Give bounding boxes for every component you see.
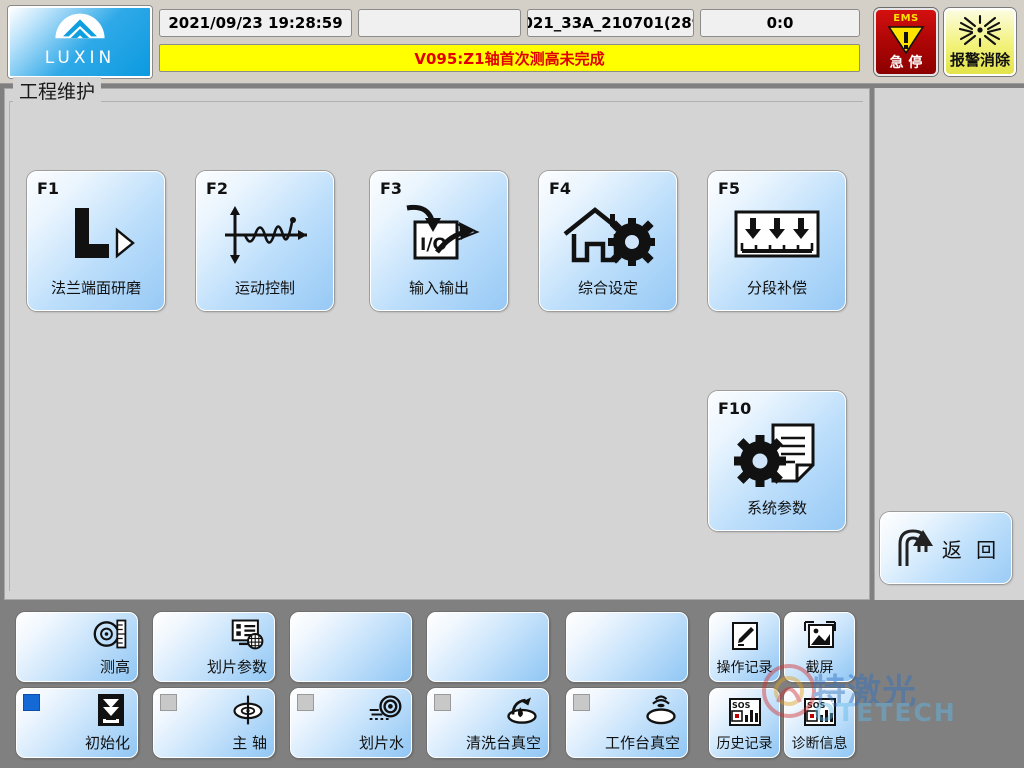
function-tile-f10[interactable]: F10 系统参数 [708, 391, 846, 531]
toolbar-button-height-gauge[interactable]: 测高 [16, 612, 138, 682]
logo-text: LUXIN [44, 48, 116, 68]
toolbar-label: 工作台真空 [604, 734, 680, 752]
screenshot-icon [785, 619, 854, 653]
toolbar-label: 诊断信息 [791, 736, 848, 752]
toolbar-button-operation-log[interactable]: 操作记录 [709, 612, 780, 682]
height-gauge-icon [93, 617, 129, 651]
tile-key-f3: F3 [380, 179, 403, 198]
toolbar-button-empty-2[interactable] [427, 612, 549, 682]
status-led [160, 694, 177, 711]
function-tile-f1[interactable]: F1 法兰端面研磨 [27, 171, 165, 311]
tile-label-f2: 运动控制 [234, 279, 295, 297]
warning-triangle-icon [887, 26, 925, 54]
motion-wave-icon [197, 198, 333, 272]
toolbar-label: 测高 [99, 658, 130, 676]
svg-text:SOS: SOS [807, 701, 826, 710]
alarm-burst-icon [958, 14, 1002, 48]
toolbar-button-clean-vacuum[interactable]: 清洗台真空 [427, 688, 549, 758]
tile-label-f10: 系统参数 [746, 499, 807, 517]
alarm-message-text: V095:Z1轴首次测高未完成 [414, 49, 605, 68]
toolbar-button-spindle[interactable]: 主 轴 [153, 688, 275, 758]
sos-history-icon: SOS [710, 695, 779, 729]
ems-label: EMS [893, 13, 919, 24]
tile-key-f2: F2 [206, 179, 229, 198]
main-content-panel: 工程维护 F1 法兰端面研磨 F2 运动控制 F3 I/O 输入输出 F4 综合… [4, 77, 870, 600]
function-tile-f2[interactable]: F2 运动控制 [196, 171, 334, 311]
tile-key-f5: F5 [718, 179, 741, 198]
bottom-toolbar: 测高 划片参数 操作记录 截屏 初始化 主 轴 划片水 清洗台真空 工作台真空 … [0, 602, 1024, 768]
toolbar-label: 清洗台真空 [465, 734, 541, 752]
toolbar-label: 主 轴 [232, 734, 267, 752]
toolbar-button-dicing-water[interactable]: 划片水 [290, 688, 412, 758]
toolbar-label: 初始化 [84, 734, 130, 752]
svg-text:SOS: SOS [732, 701, 751, 710]
segment-compensation-icon [709, 198, 845, 272]
sos-diagnostic-icon: SOS [785, 695, 854, 729]
toolbar-label: 划片参数 [206, 658, 267, 676]
clean-vacuum-icon [504, 693, 540, 727]
init-download-icon [93, 693, 129, 727]
tile-label-f4: 综合设定 [577, 279, 638, 297]
job-name-field: 2021_33A_210701(289) [527, 9, 694, 37]
blank-status-field [358, 9, 521, 37]
luxin-logo: LUXIN [8, 6, 152, 78]
alarm-clear-button[interactable]: 报警消除 [944, 8, 1016, 76]
tile-key-f10: F10 [718, 399, 752, 418]
alarm-message-banner: V095:Z1轴首次测高未完成 [159, 44, 860, 72]
toolbar-button-screenshot[interactable]: 截屏 [784, 612, 855, 682]
status-led [23, 694, 40, 711]
table-vacuum-icon [643, 693, 679, 727]
group-divider-vertical [9, 101, 10, 591]
io-arrows-icon: I/O [371, 198, 507, 272]
toolbar-button-empty-1[interactable] [290, 612, 412, 682]
function-tile-f5[interactable]: F5 分段补偿 [708, 171, 846, 311]
function-tile-f4[interactable]: F4 综合设定 [539, 171, 677, 311]
dicing-params-icon [230, 617, 266, 651]
toolbar-label: 划片水 [358, 734, 404, 752]
group-divider-horizontal [9, 101, 863, 102]
flange-grind-icon [28, 198, 164, 272]
status-led [434, 694, 451, 711]
dicing-water-icon [367, 693, 403, 727]
toolbar-button-table-vacuum[interactable]: 工作台真空 [566, 688, 688, 758]
page-title: 工程维护 [13, 77, 102, 104]
house-gear-icon [540, 198, 676, 272]
pencil-note-icon [710, 619, 779, 653]
toolbar-button-history[interactable]: SOS 历史记录 [709, 688, 780, 758]
tile-label-f3: 输入输出 [408, 279, 469, 297]
toolbar-label: 截屏 [805, 660, 834, 676]
toolbar-label: 操作记录 [716, 660, 773, 676]
back-button-label: 返 回 [941, 537, 1001, 562]
alarm-clear-label: 报警消除 [949, 51, 1010, 69]
spindle-icon [230, 693, 266, 727]
return-arrow-icon [898, 529, 933, 566]
toolbar-button-empty-3[interactable] [566, 612, 688, 682]
function-tile-f3[interactable]: F3 I/O 输入输出 [370, 171, 508, 311]
hmi-screen: LUXIN 2021/09/23 19:28:59 2021_33A_21070… [0, 0, 1024, 768]
tile-label-f1: 法兰端面研磨 [50, 279, 141, 297]
tile-label-f5: 分段补偿 [746, 279, 807, 297]
ems-chinese-label: 急 停 [889, 55, 923, 71]
toolbar-button-initialize[interactable]: 初始化 [16, 688, 138, 758]
emergency-stop-button[interactable]: EMS 急 停 [874, 8, 938, 76]
tile-key-f4: F4 [549, 179, 572, 198]
back-button[interactable]: 返 回 [880, 512, 1012, 584]
tile-key-f1: F1 [37, 179, 60, 198]
gear-document-icon [709, 418, 845, 492]
header-bar: LUXIN 2021/09/23 19:28:59 2021_33A_21070… [0, 0, 1024, 84]
toolbar-label: 历史记录 [716, 736, 773, 752]
toolbar-button-diagnostics[interactable]: SOS 诊断信息 [784, 688, 855, 758]
status-led [297, 694, 314, 711]
timer-field: 0:0 [700, 9, 860, 37]
status-led [573, 694, 590, 711]
toolbar-button-dicing-params[interactable]: 划片参数 [153, 612, 275, 682]
datetime-field: 2021/09/23 19:28:59 [159, 9, 352, 37]
